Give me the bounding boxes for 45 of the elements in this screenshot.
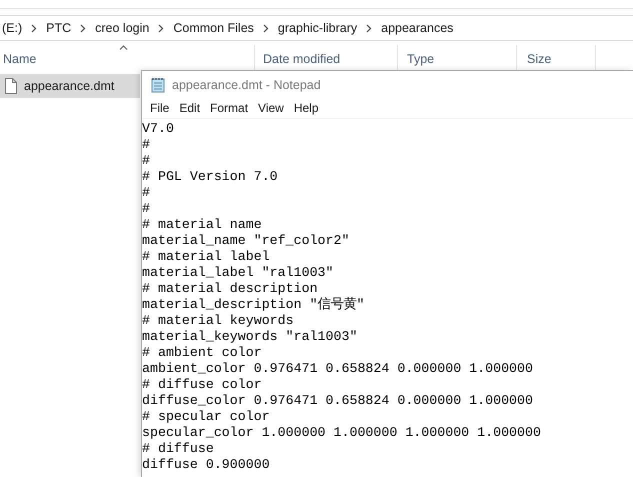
menu-item[interactable]: Format xyxy=(205,101,254,115)
file-row[interactable]: appearance.dmt xyxy=(0,74,140,98)
text-line: diffuse 0.900000 xyxy=(142,457,270,473)
breadcrumb-item[interactable]: (E:) xyxy=(2,21,22,35)
breadcrumb-item[interactable]: graphic-library xyxy=(278,21,358,35)
text-line: # xyxy=(142,137,150,153)
text-line: # PGL Version 7.0 xyxy=(142,169,278,185)
menu-item[interactable]: Edit xyxy=(174,101,206,115)
breadcrumb-item[interactable]: Common Files xyxy=(173,21,254,35)
breadcrumb-item[interactable]: PTC xyxy=(46,21,72,35)
text-line: material_description ″信号黄″ xyxy=(142,297,365,313)
menu-item[interactable]: Help xyxy=(288,101,324,115)
menu-item[interactable]: File xyxy=(145,101,174,115)
chevron-icon xyxy=(262,24,269,32)
text-line: specular_color 1.000000 1.000000 1.000000 1.000000 xyxy=(142,425,541,441)
text-line: # xyxy=(142,153,150,169)
notepad-icon xyxy=(150,76,166,92)
text-line: ambient_color 0.976471 0.658824 0.000000 1.000000 xyxy=(142,361,533,377)
menu-item[interactable]: View xyxy=(253,101,289,115)
chevron-icon xyxy=(158,24,164,32)
chevron-icon xyxy=(31,24,38,32)
file-icon xyxy=(5,78,17,94)
breadcrumb-item[interactable]: appearances xyxy=(381,21,454,35)
file-name: appearance.dmt xyxy=(24,79,114,93)
text-line: # diffuse xyxy=(142,441,214,457)
chevron-icon xyxy=(366,24,372,32)
text-line: # material label xyxy=(142,249,270,265)
text-line: # material keywords xyxy=(142,313,294,329)
breadcrumb-item[interactable]: creo login xyxy=(95,21,150,35)
text-line: # diffuse color xyxy=(142,377,262,393)
text-line: # material description xyxy=(142,281,318,297)
chevron-icon xyxy=(80,24,86,32)
text-line: V7.0 xyxy=(142,121,174,137)
text-line: # specular color xyxy=(142,409,270,425)
text-line: material_label ″ral1003″ xyxy=(142,265,334,281)
text-line: diffuse_color 0.976471 0.658824 0.000000 1.000000 xyxy=(142,393,533,409)
text-line: material_keywords ″ral1003″ xyxy=(142,329,358,345)
text-line: # xyxy=(142,185,150,201)
address-bar[interactable]: (E:) PTC creo login Common Files graphic-library appearances xyxy=(0,15,633,41)
text-line: material_name ″ref_color2″ xyxy=(142,233,350,249)
window-title: appearance.dmt - Notepad xyxy=(172,78,321,92)
text-line: # xyxy=(142,201,150,217)
text-line: # ambient color xyxy=(142,345,262,361)
sort-caret-icon xyxy=(119,45,128,50)
text-line: # material name xyxy=(142,217,262,233)
